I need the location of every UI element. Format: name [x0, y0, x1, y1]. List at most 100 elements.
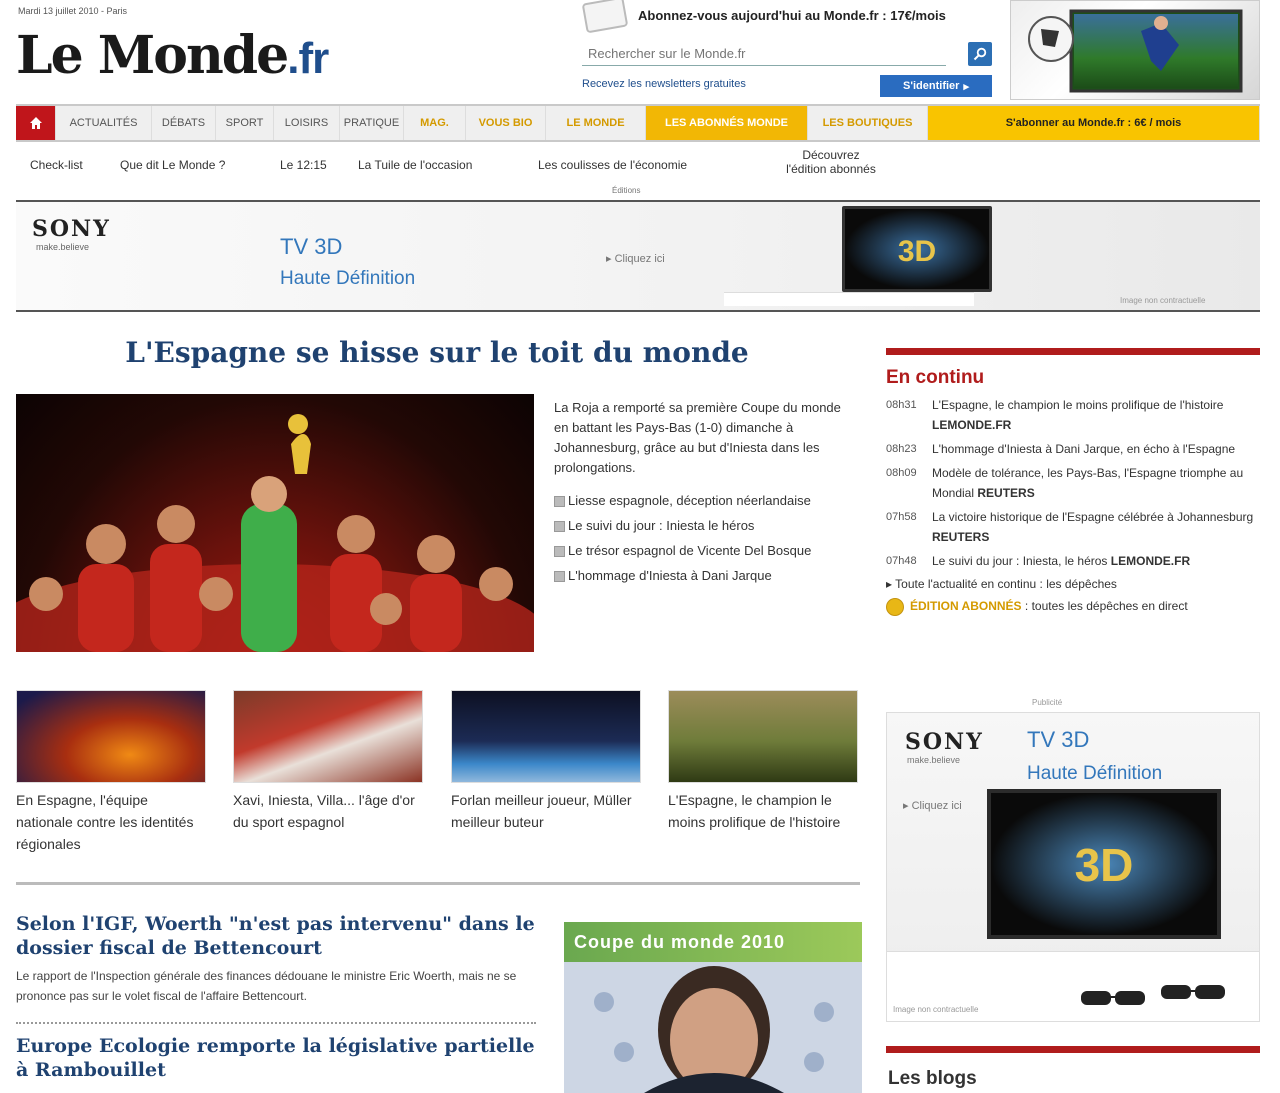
lead-related-links: Liesse espagnole, déception néerlandaise… [554, 490, 854, 590]
identify-label: S'identifier [903, 80, 960, 92]
lead-photo[interactable] [16, 394, 534, 652]
thumb-story[interactable]: Forlan meilleur joueur, Müller meilleur … [451, 690, 641, 833]
nav-subscribe-button[interactable]: S'abonner au Monde.fr : 6€ / mois [928, 106, 1260, 140]
related-link[interactable]: Le trésor espagnol de Vicente Del Bosque [554, 540, 854, 561]
news-source: REUTERS [977, 486, 1035, 500]
banner-cta-link[interactable]: ▸ Cliquez ici [606, 252, 665, 265]
sony-banner-ad[interactable]: SONY make.believe TV 3D Haute Définition… [16, 200, 1260, 312]
edition-line-1: Découvrez [802, 148, 860, 162]
nav-item-actualites[interactable]: Actualités [56, 106, 152, 140]
thumb-photo[interactable] [451, 690, 641, 783]
top-right-ad[interactable] [1010, 0, 1260, 100]
newsletter-link[interactable]: Recevez les newsletters gratuites [582, 78, 746, 90]
blogs-rule [886, 1046, 1260, 1053]
nav-home[interactable] [16, 106, 56, 140]
news-text[interactable]: La victoire historique de l'Espagne célé… [932, 510, 1253, 524]
news-time: 07h58 [886, 511, 917, 523]
subnav-edition-link[interactable]: Découvrez l'édition abonnés [776, 148, 886, 176]
nav-item-le-monde[interactable]: Le Monde [546, 106, 646, 140]
lead-summary: La Roja a remporté sa première Coupe du … [554, 400, 841, 475]
arrow-right-icon: ▸ [963, 80, 969, 93]
news-text[interactable]: L'hommage d'Iniesta à Dani Jarque, en éc… [932, 442, 1235, 456]
thumb-story[interactable]: L'Espagne, le champion le moins prolifiq… [668, 690, 858, 833]
story-title[interactable]: Europe Ecologie remporte la législative … [16, 1034, 536, 1082]
thumb-caption[interactable]: En Espagne, l'équipe nationale contre le… [16, 789, 206, 855]
related-link[interactable]: Liesse espagnole, déception néerlandaise [554, 490, 854, 511]
news-item[interactable]: 07h48 Le suivi du jour : Iniesta, le héro… [886, 551, 1260, 571]
subnav-link-que-dit[interactable]: Que dit Le Monde ? [120, 158, 225, 172]
subnav-link-12-15[interactable]: Le 12:15 [280, 158, 327, 172]
news-item[interactable]: 08h23 L'hommage d'Iniesta à Dani Jarque, … [886, 439, 1260, 459]
related-link[interactable]: L'hommage d'Iniesta à Dani Jarque [554, 565, 854, 586]
banner-line-2: Haute Définition [280, 268, 416, 289]
news-item[interactable]: 08h09 Modèle de tolérance, les Pays-Bas, … [886, 463, 1260, 503]
newspaper-icon [581, 0, 629, 34]
3d-glasses-icon [1081, 985, 1225, 1005]
subnav-note: Éditions [612, 186, 641, 195]
thumb-photo[interactable] [16, 690, 206, 783]
all-dispatches-link[interactable]: ▸ Toute l'actualité en continu : les dép… [886, 577, 1260, 591]
nav-item-loisirs[interactable]: Loisirs [274, 106, 340, 140]
nav-item-sport[interactable]: Sport [216, 106, 274, 140]
nav-item-pratique[interactable]: Pratique [340, 106, 404, 140]
identify-button[interactable]: S'identifier ▸ [880, 75, 992, 97]
banner-brand: SONY [32, 216, 111, 242]
tv-icon: 3D [987, 789, 1221, 939]
subnav-link-check-list[interactable]: Check-list [30, 158, 83, 172]
related-link[interactable]: Le suivi du jour : Iniesta le héros [554, 515, 854, 536]
edition-label[interactable]: ÉDITION ABONNÉS [910, 599, 1022, 613]
nav-item-abonnes[interactable]: Les abonnés Monde [646, 106, 808, 140]
subnav-link-coulisses[interactable]: Les coulisses de l'économie [538, 158, 687, 172]
subscribe-promo-link[interactable]: Abonnez-vous aujourd'hui au Monde.fr : 1… [638, 8, 946, 23]
thumb-caption[interactable]: Forlan meilleur joueur, Müller meilleur … [451, 789, 641, 833]
logo-tld[interactable]: .fr [287, 34, 329, 83]
nav-item-debats[interactable]: Débats [152, 106, 216, 140]
logo-main[interactable]: Le Monde [16, 25, 289, 86]
nav-item-vous-bio[interactable]: Vous Bio [466, 106, 546, 140]
world-cup-promo[interactable]: Coupe du monde 2010 [564, 922, 862, 1093]
subnav-link-tuile[interactable]: La Tuile de l'occasion [358, 158, 472, 172]
side-ad-cta-link[interactable]: ▸ Cliquez ici [903, 799, 962, 812]
trophy-celebration-illustration [16, 414, 534, 652]
edition-abonnes-block[interactable]: ÉDITION ABONNÉS : toutes les dépêches en… [886, 597, 1260, 616]
tv-icon: 3D [842, 206, 992, 292]
nav-item-boutiques[interactable]: Les Boutiques [808, 106, 928, 140]
search-input[interactable] [582, 42, 946, 66]
thumb-story[interactable]: En Espagne, l'équipe nationale contre le… [16, 690, 206, 855]
news-list: 08h31 L'Espagne, le champion le moins pro… [886, 395, 1260, 571]
news-source: LEMONDE.FR [932, 418, 1012, 432]
news-text[interactable]: L'Espagne, le champion le moins prolifiq… [932, 398, 1223, 412]
side-ad-tv-label: 3D [1075, 839, 1134, 891]
nav-item-mag[interactable]: Mag. [404, 106, 466, 140]
edition-text: : toutes les dépêches en direct [1021, 599, 1188, 613]
sony-side-ad[interactable]: SONY make.believe TV 3D Haute Définition… [886, 712, 1260, 1022]
lead-headline[interactable]: L'Espagne se hisse sur le toit du monde [16, 336, 858, 369]
thumb-caption[interactable]: L'Espagne, le champion le moins prolifiq… [668, 789, 858, 833]
side-ad-brand: SONY [905, 729, 984, 755]
news-item[interactable]: 07h58 La victoire historique de l'Espagne… [886, 507, 1260, 547]
sidebar-title[interactable]: En continu [886, 367, 1260, 389]
story-title[interactable]: Selon l'IGF, Woerth "n'est pas intervenu… [16, 912, 536, 960]
thumb-caption[interactable]: Xavi, Iniesta, Villa... l'âge d'or du sp… [233, 789, 423, 833]
side-ad-line-2: Haute Définition [1027, 763, 1163, 784]
thumb-photo[interactable] [668, 690, 858, 783]
thumb-photo[interactable] [233, 690, 423, 783]
search-button[interactable] [968, 42, 992, 66]
smiley-icon [886, 598, 904, 616]
thumb-story[interactable]: Xavi, Iniesta, Villa... l'âge d'or du sp… [233, 690, 423, 833]
site-header: Mardi 13 juillet 2010 - Paris Le Monde.f… [0, 0, 1280, 102]
site-logo[interactable]: Le Monde.fr [16, 25, 329, 89]
news-time: 08h31 [886, 399, 917, 411]
news-time: 07h48 [886, 555, 917, 567]
news-item[interactable]: 08h31 L'Espagne, le champion le moins pro… [886, 395, 1260, 435]
news-time: 08h23 [886, 443, 917, 455]
main-nav: Actualités Débats Sport Loisirs Pratique… [16, 104, 1260, 142]
news-text[interactable]: Le suivi du jour : Iniesta, le héros [932, 554, 1107, 568]
tv-ad-illustration [1028, 9, 1243, 93]
side-ad-line-1: TV 3D [1027, 727, 1090, 752]
blogs-title[interactable]: Les blogs [888, 1068, 977, 1090]
side-ad-tagline: make.believe [907, 755, 961, 765]
news-time: 08h09 [886, 467, 917, 479]
side-ad-fine-print: Image non contractuelle [893, 1005, 979, 1014]
banner-tagline: make.believe [36, 242, 90, 252]
